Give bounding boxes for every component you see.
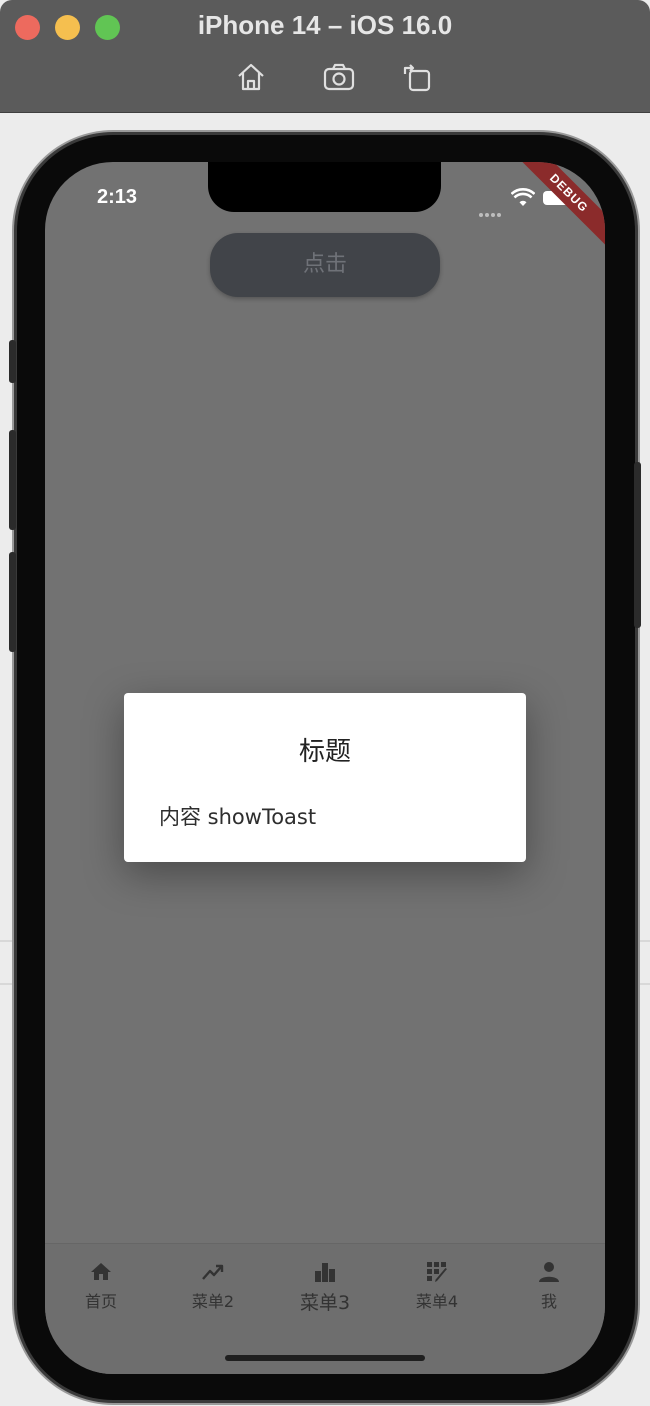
tab-me[interactable]: 我: [493, 1258, 605, 1312]
dialog-title: 标题: [298, 737, 351, 767]
volume-down-button: [9, 552, 16, 652]
phone-screen: 2:13 DEBUG 点击 标题 内容 showToast 首页 菜单2 菜单3…: [45, 162, 605, 1374]
tab-menu2[interactable]: 菜单2: [157, 1258, 269, 1312]
tab-menu4[interactable]: 菜单4: [381, 1258, 493, 1312]
home-indicator[interactable]: [225, 1355, 425, 1361]
bar-chart-icon: [269, 1258, 381, 1286]
tab-label: 首页: [84, 1292, 117, 1311]
power-button: [634, 462, 641, 628]
rotate-icon[interactable]: [400, 60, 434, 94]
tab-home[interactable]: 首页: [45, 1258, 157, 1312]
toast-dialog[interactable]: 标题 内容 showToast: [124, 693, 526, 862]
tab-label: 菜单4: [415, 1292, 459, 1311]
dialog-content: 内容 showToast: [159, 805, 317, 829]
simulator-window: iPhone 14 – iOS 16.0 2:13 DEBUG 点击 标题 内容…: [0, 0, 650, 1406]
tab-menu3[interactable]: 菜单3: [269, 1258, 381, 1315]
tab-label: 我: [540, 1292, 557, 1311]
signal-icon: [479, 202, 505, 217]
home-icon: [45, 1258, 157, 1286]
wifi-icon: [510, 188, 536, 208]
status-time: 2:13: [97, 186, 138, 208]
home-icon[interactable]: [234, 60, 268, 94]
tab-label: 菜单2: [191, 1292, 235, 1311]
click-button[interactable]: 点击: [210, 233, 440, 297]
person-icon: [493, 1258, 605, 1286]
tab-label: 菜单3: [299, 1292, 351, 1314]
window-titlebar: iPhone 14 – iOS 16.0: [0, 0, 650, 113]
trending-icon: [157, 1258, 269, 1286]
grid-edit-icon: [381, 1258, 493, 1286]
screenshot-icon[interactable]: [322, 60, 356, 94]
mute-switch: [9, 340, 16, 383]
window-title: iPhone 14 – iOS 16.0: [197, 10, 453, 40]
volume-up-button: [9, 430, 16, 530]
notch: [208, 162, 441, 212]
